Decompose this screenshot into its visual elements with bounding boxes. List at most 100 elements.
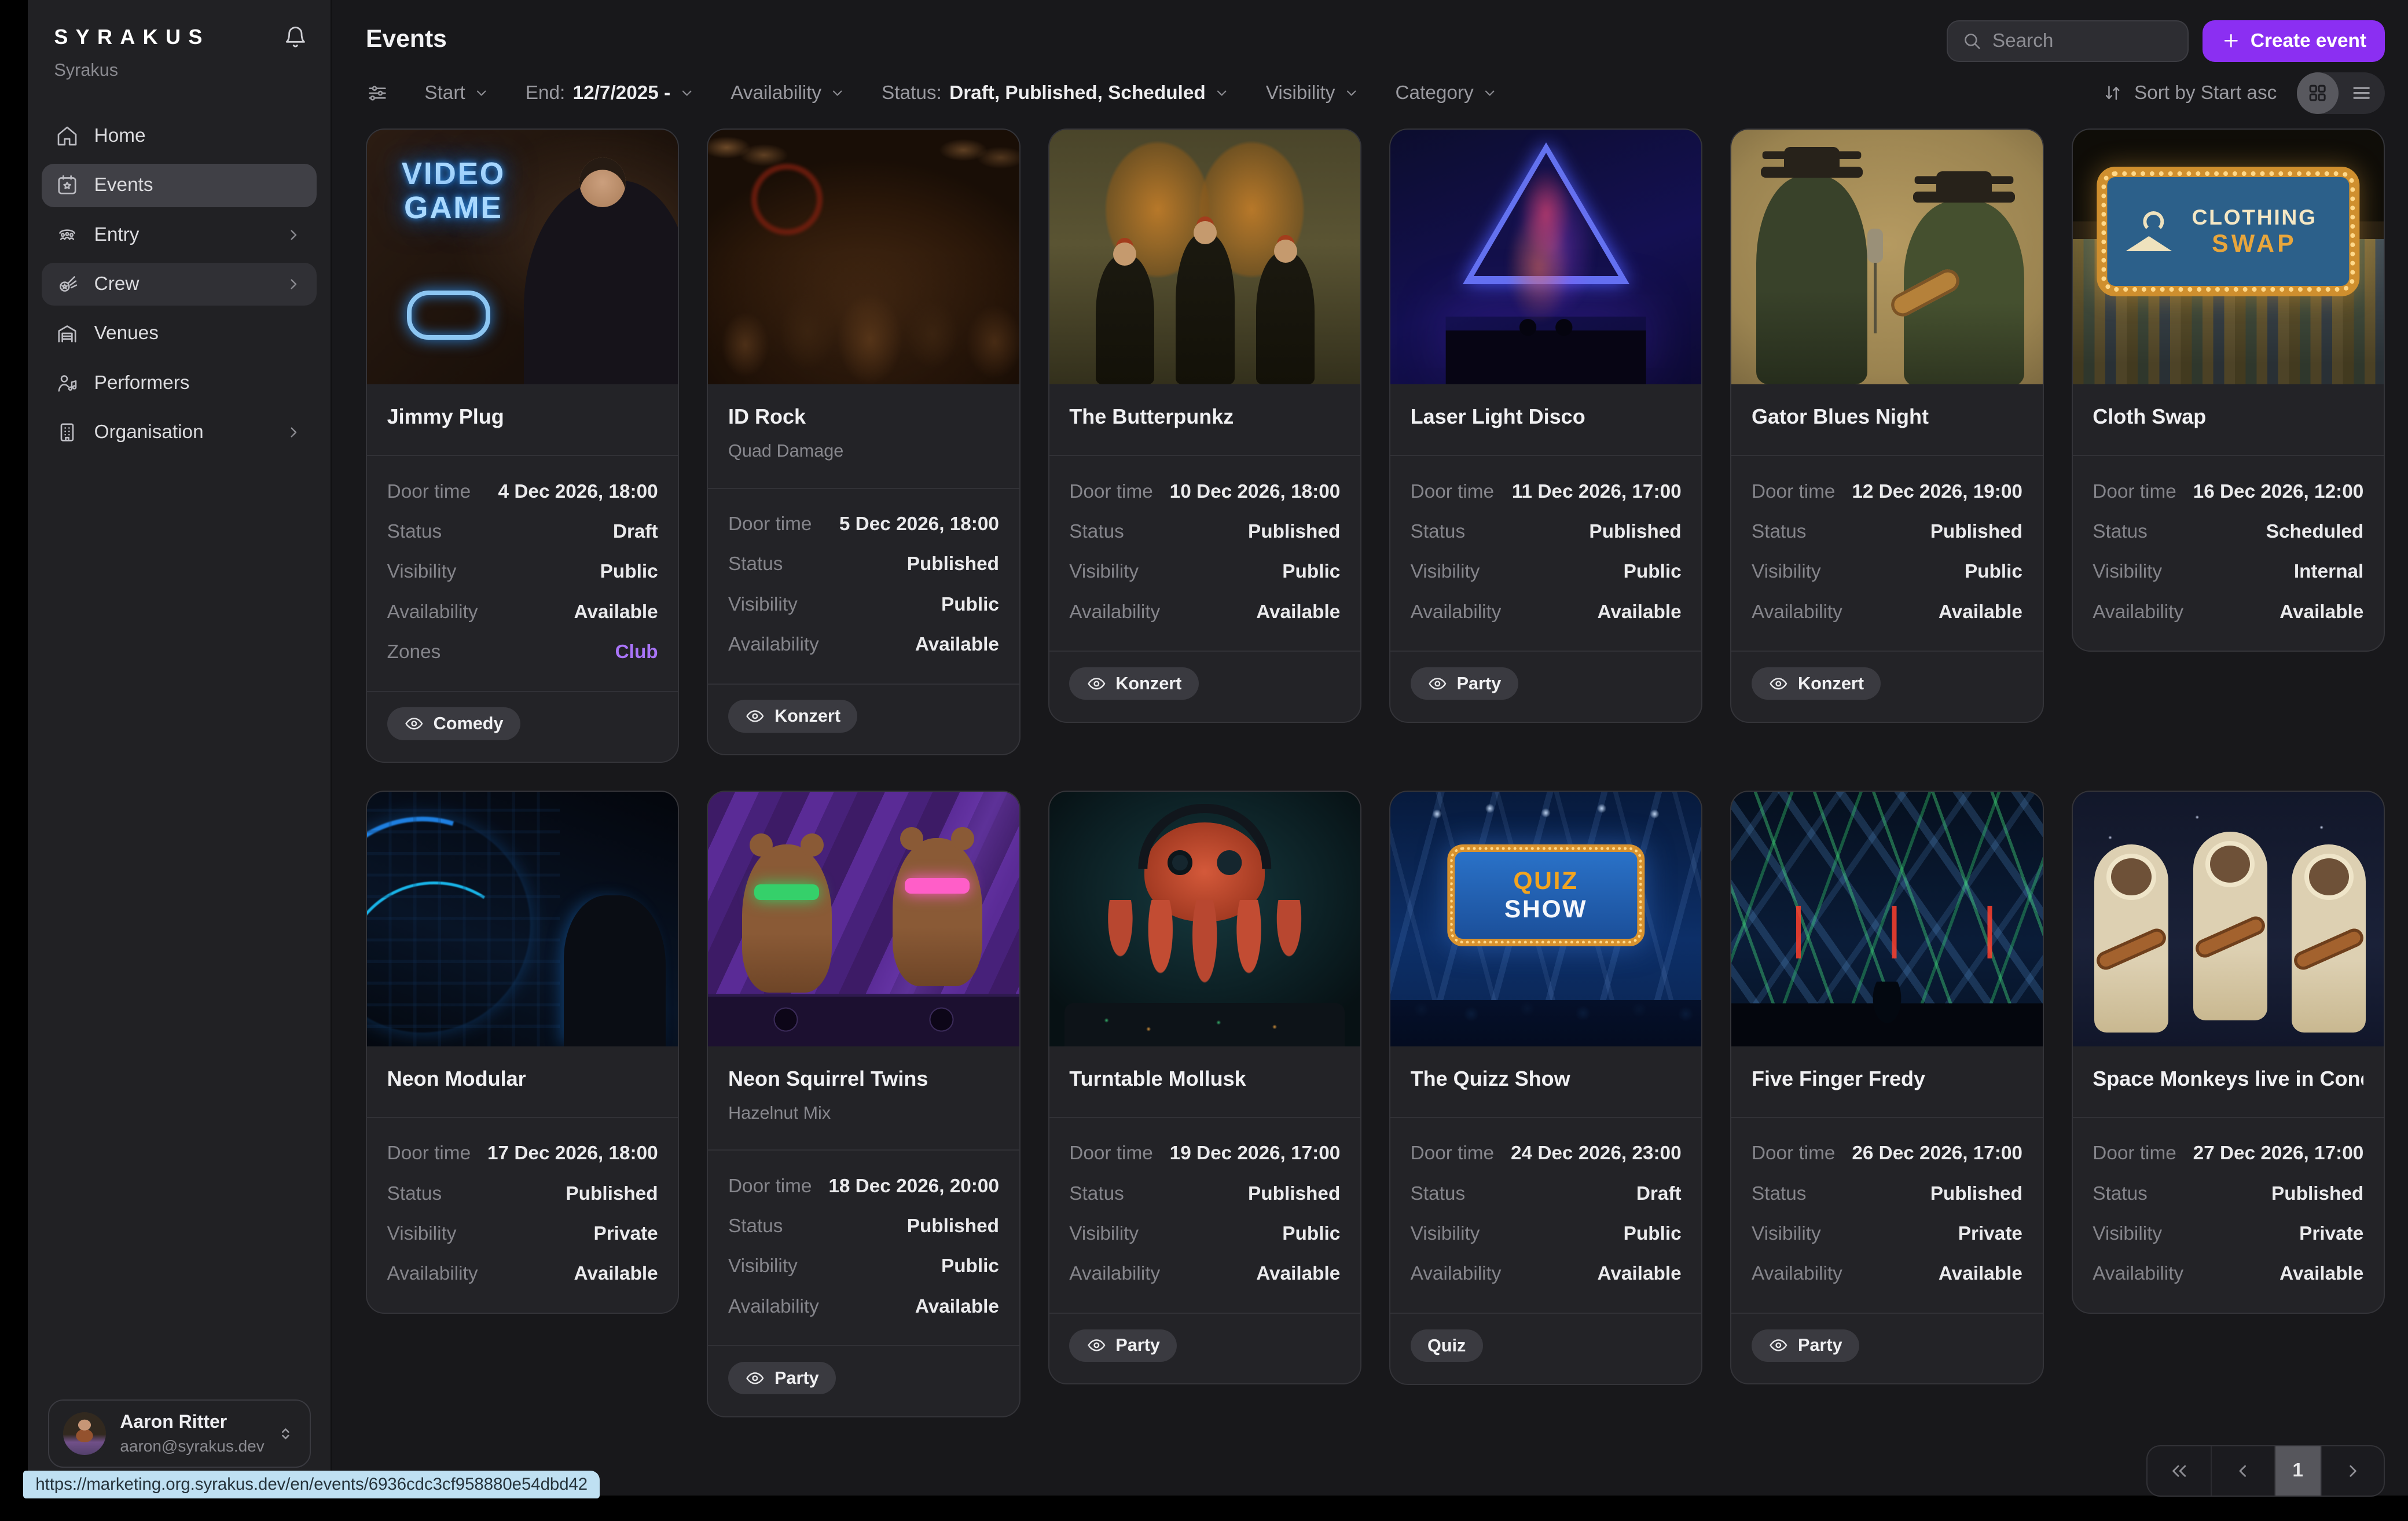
list-view-button[interactable] xyxy=(2339,72,2385,114)
user-menu[interactable]: Aaron Ritter aaron@syrakus.dev xyxy=(48,1399,311,1468)
field-label: Availability xyxy=(2093,1263,2183,1285)
event-image: VIDEOGAME xyxy=(367,130,678,384)
filter-end[interactable]: End: 12/7/2025 - xyxy=(526,82,695,104)
event-card[interactable]: The Butterpunkz Door time10 Dec 2026, 18… xyxy=(1048,128,1361,722)
sort-arrows-icon xyxy=(2102,82,2123,104)
category-tag-label: Party xyxy=(1798,1335,1842,1355)
field-label: Visibility xyxy=(1069,561,1139,583)
page-current[interactable]: 1 xyxy=(2274,1446,2321,1496)
event-field-row: VisibilityPrivate xyxy=(2093,1214,2363,1254)
field-value: 17 Dec 2026, 18:00 xyxy=(487,1142,658,1164)
category-tag[interactable]: Konzert xyxy=(1069,667,1198,700)
field-label: Status xyxy=(2093,1183,2147,1205)
event-field-row: StatusPublished xyxy=(728,1206,999,1246)
category-tag[interactable]: Party xyxy=(1069,1329,1177,1362)
search-box[interactable] xyxy=(1947,20,2189,62)
filter-bar: Start End: 12/7/2025 - Availability Stat… xyxy=(366,78,2385,108)
filter-visibility[interactable]: Visibility xyxy=(1266,82,1360,104)
sidebar-item-home[interactable]: Home xyxy=(42,115,317,158)
page-first-button[interactable] xyxy=(2148,1446,2211,1496)
app-logo: SYRAKUS xyxy=(54,25,210,49)
category-tag[interactable]: Konzert xyxy=(728,700,857,732)
category-tag[interactable]: Konzert xyxy=(1752,667,1881,700)
sidebar-item-crew[interactable]: Crew xyxy=(42,263,317,306)
event-field-row: Status Published xyxy=(2093,1174,2363,1214)
chevron-down-icon xyxy=(473,84,490,101)
event-card[interactable]: Neon Squirrel Twins Hazelnut Mix Door ti… xyxy=(707,791,1020,1417)
event-card[interactable]: Laser Light Disco Door time11 Dec 2026, … xyxy=(1389,128,1702,722)
category-tag[interactable]: Party xyxy=(1752,1329,1859,1362)
event-card[interactable]: Five Finger Fredy Door time26 Dec 2026, … xyxy=(1730,791,2043,1384)
sidebar-item-organisation[interactable]: Organisation xyxy=(42,411,317,454)
event-header: Neon Squirrel Twins Hazelnut Mix xyxy=(708,1046,1019,1149)
user-meta: Aaron Ritter aaron@syrakus.dev xyxy=(120,1411,262,1456)
field-value: Available xyxy=(1598,601,1682,623)
field-label: Visibility xyxy=(387,1223,457,1245)
filter-visibility-label: Visibility xyxy=(1266,82,1335,104)
filter-start[interactable]: Start xyxy=(424,82,490,104)
category-tag[interactable]: Comedy xyxy=(387,707,520,740)
filter-category[interactable]: Category xyxy=(1395,82,1498,104)
event-card[interactable]: ID Rock Quad Damage Door time5 Dec 2026,… xyxy=(707,128,1020,755)
field-label: Visibility xyxy=(1411,561,1480,583)
sidebar-item-entry[interactable]: Entry xyxy=(42,213,317,256)
event-details: Door time16 Dec 2026, 12:00StatusSchedul… xyxy=(2073,455,2384,651)
field-value: Public xyxy=(941,594,999,616)
field-value: Published xyxy=(1930,521,2022,543)
event-card[interactable]: QUIZSHOW The Quizz Show Door time24 Dec … xyxy=(1389,791,1702,1385)
event-card[interactable]: Neon Modular Door time17 Dec 2026, 18:00… xyxy=(366,791,679,1314)
sidebar-item-label: Events xyxy=(94,174,303,196)
sort-button[interactable]: Sort by Start asc xyxy=(2102,82,2277,104)
event-card[interactable]: Turntable Mollusk Door time19 Dec 2026, … xyxy=(1048,791,1361,1384)
search-input[interactable] xyxy=(1992,30,2174,52)
event-card[interactable]: CLOTHINGSWAP Cloth Swap Door time16 Dec … xyxy=(2072,128,2385,652)
field-label: Availability xyxy=(728,634,819,656)
field-label: Door time xyxy=(728,513,812,535)
event-tags: Party xyxy=(1731,1313,2042,1383)
page-prev-button[interactable] xyxy=(2211,1446,2274,1496)
event-field-row: AvailabilityAvailable xyxy=(1411,592,1682,632)
filter-status[interactable]: Status: Draft, Published, Scheduled xyxy=(882,82,1230,104)
event-title: Gator Blues Night xyxy=(1752,405,2022,429)
field-value: 12 Dec 2026, 19:00 xyxy=(1852,481,2022,503)
field-value: Published xyxy=(2271,1183,2363,1205)
eye-icon xyxy=(1086,1335,1107,1355)
grid-view-button[interactable] xyxy=(2297,72,2339,114)
sidebar-item-performers[interactable]: Performers xyxy=(42,361,317,405)
category-tag[interactable]: Quiz xyxy=(1411,1329,1483,1362)
category-tag[interactable]: Party xyxy=(1411,667,1518,700)
field-label: Visibility xyxy=(1752,561,1821,583)
notifications-bell-icon[interactable] xyxy=(283,25,308,50)
field-value: Public xyxy=(1624,561,1682,583)
category-tag[interactable]: Party xyxy=(728,1362,836,1394)
field-value: Draft xyxy=(613,521,658,543)
field-value: Public xyxy=(1282,561,1340,583)
field-label: Door time xyxy=(1069,1142,1152,1164)
field-value[interactable]: Club xyxy=(615,641,658,663)
field-value: 18 Dec 2026, 20:00 xyxy=(828,1175,999,1197)
event-field-row: Door time16 Dec 2026, 12:00 xyxy=(2093,472,2363,512)
view-toggle xyxy=(2297,72,2385,114)
filter-availability[interactable]: Availability xyxy=(731,82,846,104)
event-card[interactable]: VIDEOGAME Jimmy Plug Door time4 Dec 2026… xyxy=(366,128,679,763)
filter-sliders-icon[interactable] xyxy=(366,82,389,105)
field-label: Door time xyxy=(728,1175,812,1197)
event-image xyxy=(1731,792,2042,1046)
create-event-button[interactable]: Create event xyxy=(2203,20,2385,62)
field-value: Available xyxy=(2279,601,2363,623)
event-card[interactable]: Gator Blues Night Door time12 Dec 2026, … xyxy=(1730,128,2043,722)
sidebar-item-events[interactable]: Events xyxy=(42,164,317,207)
event-field-row: Door time27 Dec 2026, 17:00 xyxy=(2093,1134,2363,1174)
field-label: Availability xyxy=(1069,1263,1160,1285)
field-label: Visibility xyxy=(2093,1223,2162,1245)
event-field-row: VisibilityPublic xyxy=(1752,552,2022,592)
page-next-button[interactable] xyxy=(2321,1446,2384,1496)
category-tag-label: Party xyxy=(1115,1335,1160,1355)
event-image xyxy=(2073,792,2384,1046)
field-value: 5 Dec 2026, 18:00 xyxy=(839,513,999,535)
filter-status-value: Draft, Published, Scheduled xyxy=(949,82,1206,104)
event-details: Door time11 Dec 2026, 17:00StatusPublish… xyxy=(1390,455,1701,651)
event-card[interactable]: Space Monkeys live in Conc... Door time2… xyxy=(2072,791,2385,1314)
sidebar-item-venues[interactable]: Venues xyxy=(42,312,317,355)
double-chevron-left-icon xyxy=(2168,1460,2190,1482)
